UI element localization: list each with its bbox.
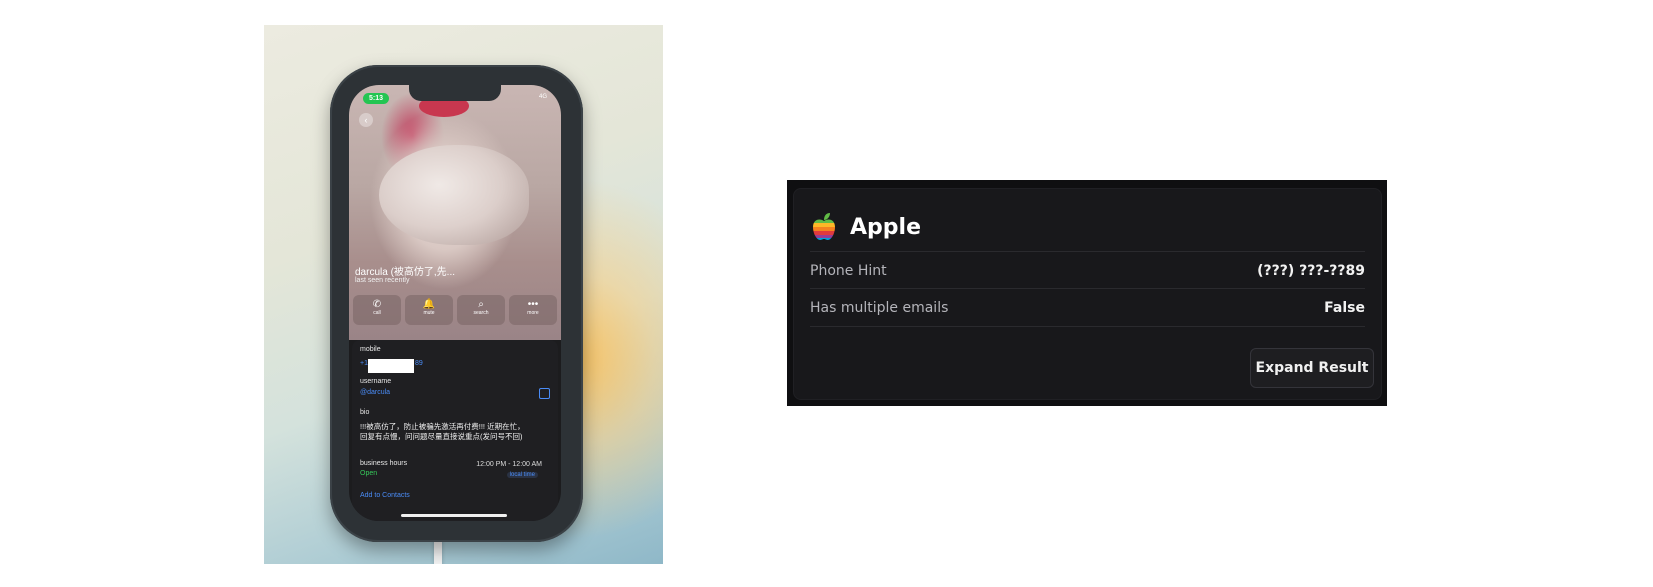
- action-label: call: [373, 310, 381, 316]
- hours-value: 12:00 PM - 12:00 AM: [476, 461, 542, 468]
- result-header: Apple: [810, 209, 921, 245]
- add-to-contacts: Add to Contacts: [360, 492, 410, 499]
- phone-photo: 5:13 4G ‹ darcula (被高仿了,先... last seen r…: [264, 25, 663, 564]
- hours-status: Open: [360, 470, 378, 477]
- qr-code-icon: [539, 388, 550, 399]
- bell-icon: 🔔: [422, 299, 436, 310]
- mute-action: 🔔 mute: [405, 295, 453, 325]
- action-label: more: [527, 310, 539, 316]
- call-action: ✆ call: [353, 295, 401, 325]
- hours-label: business hours: [360, 460, 408, 467]
- profile-actions: ✆ call 🔔 mute ⌕ search ••• more: [353, 295, 557, 325]
- search-action: ⌕ search: [457, 295, 505, 325]
- result-panel: Apple Phone Hint (???) ???-??89 Has mult…: [787, 180, 1387, 406]
- phone-case: 5:13 4G ‹ darcula (被高仿了,先... last seen r…: [330, 65, 583, 542]
- apple-logo-icon: [813, 213, 835, 240]
- status-network: 4G: [538, 94, 547, 100]
- hours-timezone: local time: [506, 472, 538, 478]
- result-row-multiple-emails: Has multiple emails False: [810, 288, 1365, 326]
- result-row-phone-hint: Phone Hint (???) ???-??89: [810, 251, 1365, 289]
- expand-result-button[interactable]: Expand Result: [1250, 348, 1374, 388]
- more-icon: •••: [527, 299, 539, 310]
- row-key: Has multiple emails: [810, 299, 949, 316]
- row-key: Phone Hint: [810, 262, 887, 279]
- search-icon: ⌕: [478, 299, 484, 310]
- action-label: mute: [423, 310, 435, 316]
- phone-screen: 5:13 4G ‹ darcula (被高仿了,先... last seen r…: [349, 85, 561, 521]
- more-action: ••• more: [509, 295, 557, 325]
- profile-info: mobile +1 89 username @darcula bio !!!被高…: [352, 340, 558, 521]
- status-time: 5:13: [363, 93, 390, 104]
- contact-status: last seen recently: [355, 277, 410, 284]
- mobile-label: mobile: [360, 346, 381, 353]
- mobile-prefix: +1: [360, 360, 368, 367]
- redaction-box: [368, 359, 414, 373]
- row-value: False: [1324, 299, 1365, 316]
- username-label: username: [360, 378, 392, 385]
- row-value: (???) ???-??89: [1257, 262, 1365, 279]
- bio-text: !!!被高仿了，防止被骗先激活再付费!!! 近期在忙，回复有点慢，问问题尽量直接…: [360, 422, 525, 441]
- result-card: Apple Phone Hint (???) ???-??89 Has mult…: [793, 188, 1382, 400]
- phone-icon: ✆: [372, 299, 382, 310]
- result-title: Apple: [850, 214, 921, 240]
- phone-notch: [409, 85, 501, 101]
- back-arrow-icon: ‹: [359, 113, 373, 127]
- mobile-suffix: 89: [415, 360, 423, 367]
- row-divider: [810, 326, 1365, 327]
- username-value: @darcula: [360, 389, 391, 396]
- bio-label: bio: [360, 409, 370, 416]
- contact-name: darcula (被高仿了,先...: [355, 267, 456, 278]
- home-indicator: [401, 514, 507, 517]
- action-label: search: [473, 310, 489, 316]
- cat-image: [379, 145, 529, 245]
